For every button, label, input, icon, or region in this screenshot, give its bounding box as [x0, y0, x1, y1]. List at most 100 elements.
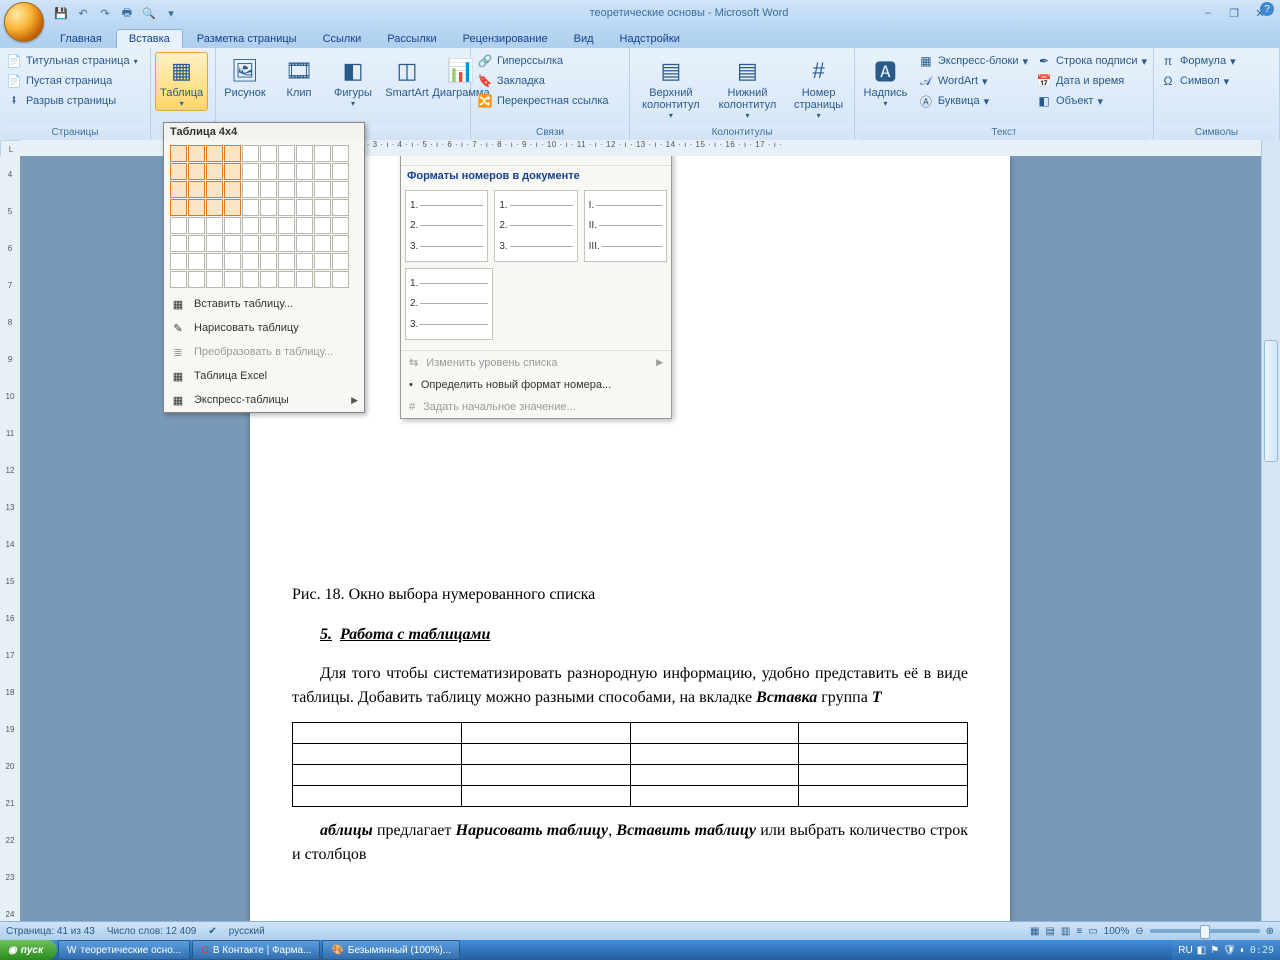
grid-cell[interactable]	[296, 181, 313, 198]
tab-view[interactable]: Вид	[562, 30, 606, 48]
grid-cell[interactable]	[242, 199, 259, 216]
grid-cell[interactable]	[206, 199, 223, 216]
grid-cell[interactable]	[242, 253, 259, 270]
status-page[interactable]: Страница: 41 из 43	[6, 926, 95, 937]
tray-lang[interactable]: RU	[1178, 945, 1192, 956]
taskbar-item-paint[interactable]: 🎨Безымянный (100%)...	[322, 940, 460, 960]
grid-cell[interactable]	[332, 145, 349, 162]
grid-cell[interactable]	[206, 235, 223, 252]
grid-cell[interactable]	[242, 271, 259, 288]
grid-cell[interactable]	[332, 271, 349, 288]
table-menu-item[interactable]: ✎Нарисовать таблицу	[164, 316, 364, 340]
define-format-item[interactable]: •Определить новый формат номера...	[401, 374, 671, 396]
shapes-button[interactable]: ◧Фигуры▾	[328, 52, 378, 111]
grid-cell[interactable]	[224, 199, 241, 216]
grid-cell[interactable]	[188, 253, 205, 270]
ruler-vertical[interactable]: 456789101112131415161718192021222324	[0, 156, 21, 922]
grid-cell[interactable]	[296, 271, 313, 288]
zoom-label[interactable]: 100%	[1104, 926, 1130, 937]
object-button[interactable]: ◧Объект ▾	[1034, 92, 1149, 110]
zoom-in-button[interactable]: ⊕	[1266, 926, 1274, 937]
tab-references[interactable]: Ссылки	[311, 30, 374, 48]
grid-cell[interactable]	[224, 253, 241, 270]
grid-cell[interactable]	[278, 199, 295, 216]
grid-cell[interactable]	[278, 253, 295, 270]
grid-cell[interactable]	[260, 163, 277, 180]
tab-home[interactable]: Главная	[48, 30, 114, 48]
grid-cell[interactable]	[278, 145, 295, 162]
grid-cell[interactable]	[332, 217, 349, 234]
table-menu-item[interactable]: ▦Экспресс-таблицы▶	[164, 388, 364, 412]
grid-cell[interactable]	[296, 253, 313, 270]
grid-cell[interactable]	[260, 145, 277, 162]
grid-cell[interactable]	[332, 163, 349, 180]
grid-cell[interactable]	[296, 163, 313, 180]
grid-cell[interactable]	[206, 271, 223, 288]
scrollbar-vertical[interactable]	[1261, 140, 1280, 922]
bookmark-button[interactable]: 🔖Закладка	[475, 72, 547, 90]
taskbar-item-word[interactable]: Wтеоретические осно...	[58, 940, 190, 960]
equation-button[interactable]: πФормула ▾	[1158, 52, 1238, 70]
grid-cell[interactable]	[188, 181, 205, 198]
tab-addins[interactable]: Надстройки	[608, 30, 692, 48]
grid-cell[interactable]	[170, 271, 187, 288]
taskbar-item-opera[interactable]: OВ Контакте | Фарма...	[192, 940, 320, 960]
grid-cell[interactable]	[296, 217, 313, 234]
scrollbar-thumb[interactable]	[1264, 340, 1278, 462]
table-menu-item[interactable]: ▦Таблица Excel	[164, 364, 364, 388]
grid-cell[interactable]	[206, 163, 223, 180]
grid-cell[interactable]	[170, 199, 187, 216]
view-read-icon[interactable]: ▤	[1045, 926, 1054, 937]
grid-cell[interactable]	[314, 145, 331, 162]
grid-cell[interactable]	[260, 199, 277, 216]
tray-icon[interactable]: ⚑	[1210, 945, 1219, 956]
grid-cell[interactable]	[278, 217, 295, 234]
grid-cell[interactable]	[206, 253, 223, 270]
grid-cell[interactable]	[242, 181, 259, 198]
status-proof-icon[interactable]: ✔	[208, 926, 216, 937]
grid-cell[interactable]	[188, 145, 205, 162]
pagenum-button[interactable]: #Номер страницы▾	[787, 52, 850, 123]
qat-more-icon[interactable]: ▾	[162, 4, 180, 22]
help-icon[interactable]: ?	[1260, 2, 1274, 16]
grid-cell[interactable]	[314, 235, 331, 252]
grid-cell[interactable]	[224, 163, 241, 180]
grid-cell[interactable]	[332, 199, 349, 216]
grid-cell[interactable]	[278, 181, 295, 198]
hyperlink-button[interactable]: 🔗Гиперссылка	[475, 52, 565, 70]
grid-cell[interactable]	[224, 217, 241, 234]
view-draft-icon[interactable]: ▭	[1088, 926, 1097, 937]
view-web-icon[interactable]: ▥	[1061, 926, 1070, 937]
grid-cell[interactable]	[170, 253, 187, 270]
grid-cell[interactable]	[260, 271, 277, 288]
crossref-button[interactable]: 🔀Перекрестная ссылка	[475, 92, 611, 110]
grid-cell[interactable]	[314, 271, 331, 288]
quickparts-button[interactable]: ▦Экспресс-блоки ▾	[916, 52, 1030, 70]
grid-cell[interactable]	[314, 217, 331, 234]
grid-cell[interactable]	[332, 253, 349, 270]
minimize-button[interactable]: –	[1198, 5, 1218, 21]
grid-cell[interactable]	[296, 235, 313, 252]
clipart-button[interactable]: 🎞Клип	[274, 52, 324, 102]
textbox-button[interactable]: 🅰Надпись▾	[859, 52, 912, 111]
picture-button[interactable]: 🖼Рисунок	[220, 52, 270, 102]
grid-cell[interactable]	[242, 235, 259, 252]
table-button[interactable]: ▦ Таблица▾	[155, 52, 208, 111]
blank-page-button[interactable]: 📄Пустая страница	[4, 72, 114, 90]
status-words[interactable]: Число слов: 12 409	[107, 926, 197, 937]
grid-cell[interactable]	[314, 181, 331, 198]
table-grid-picker[interactable]	[164, 141, 364, 292]
grid-cell[interactable]	[242, 145, 259, 162]
grid-cell[interactable]	[224, 271, 241, 288]
wordart-button[interactable]: 𝒜WordArt ▾	[916, 72, 1030, 90]
tray-icon[interactable]: ◧	[1197, 945, 1206, 956]
grid-cell[interactable]	[314, 253, 331, 270]
save-icon[interactable]: 💾	[52, 4, 70, 22]
view-print-icon[interactable]: ▦	[1030, 926, 1039, 937]
dropcap-button[interactable]: ⒶБуквица ▾	[916, 92, 1030, 110]
grid-cell[interactable]	[224, 181, 241, 198]
grid-cell[interactable]	[224, 235, 241, 252]
zoom-out-button[interactable]: ⊖	[1135, 926, 1143, 937]
grid-cell[interactable]	[206, 145, 223, 162]
grid-cell[interactable]	[278, 163, 295, 180]
